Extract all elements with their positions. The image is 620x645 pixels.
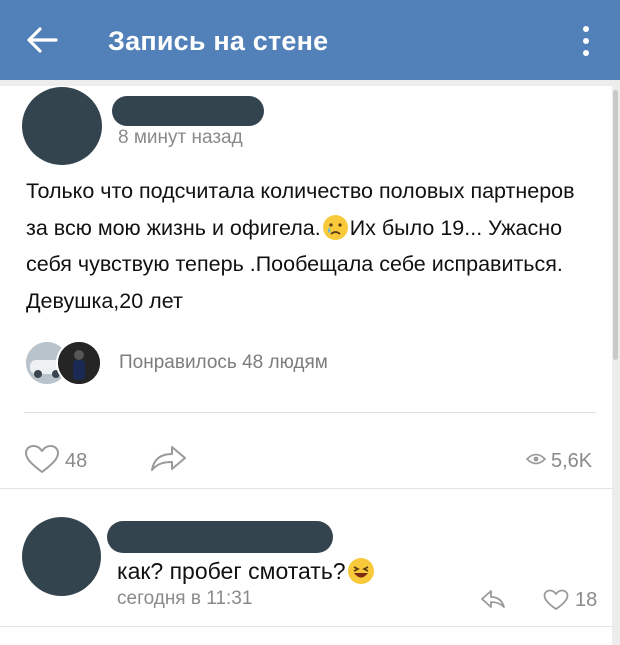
comment-time: сегодня в 11:31 — [117, 588, 253, 609]
like-button[interactable] — [24, 444, 60, 479]
arrow-left-icon — [27, 27, 58, 53]
more-dot — [583, 38, 589, 44]
share-icon — [151, 446, 186, 471]
liker-avatar[interactable] — [56, 340, 102, 386]
divider — [24, 412, 596, 413]
comment-text: как? пробег смотать? — [117, 557, 376, 585]
comment-like-count: 18 — [575, 589, 598, 611]
author-name-redacted[interactable] — [112, 96, 264, 126]
reply-button[interactable] — [480, 588, 506, 615]
more-button[interactable] — [576, 24, 596, 58]
reply-icon — [481, 590, 505, 608]
app-bar: Запись на стене — [0, 0, 620, 80]
heart-icon — [543, 589, 569, 611]
author-avatar[interactable] — [22, 87, 102, 165]
laughing-face-emoji — [347, 558, 374, 584]
divider — [0, 626, 612, 627]
crying-face-emoji — [322, 214, 348, 240]
more-dot — [583, 50, 589, 56]
likers-avatars[interactable] — [24, 340, 114, 386]
page-title: Запись на стене — [108, 26, 329, 56]
more-vertical-icon — [583, 26, 589, 32]
post-time: 8 минут назад — [118, 127, 243, 148]
comment-like-button[interactable] — [543, 589, 569, 616]
post-text: Только что подсчитала количество половых… — [26, 173, 596, 319]
commenter-name-redacted[interactable] — [107, 521, 333, 553]
heart-icon — [25, 445, 59, 473]
liked-by-text[interactable]: Понравилось 48 людям — [119, 352, 328, 374]
commenter-avatar[interactable] — [22, 517, 101, 596]
divider — [0, 488, 612, 489]
like-count: 48 — [65, 450, 88, 472]
scrollbar[interactable] — [613, 90, 618, 360]
views-count: 5,6K — [551, 450, 593, 472]
share-button[interactable] — [150, 444, 188, 479]
comment-text-content: как? пробег смотать? — [117, 558, 346, 584]
views-icon — [525, 452, 547, 471]
back-button[interactable] — [22, 22, 62, 58]
